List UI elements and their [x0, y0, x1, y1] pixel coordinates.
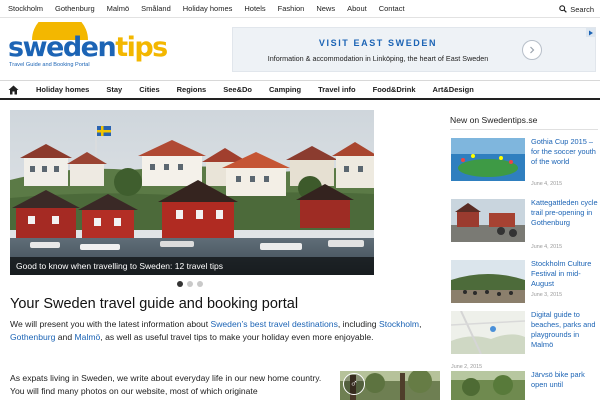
nav-regions[interactable]: Regions: [177, 85, 207, 94]
news-title[interactable]: Digital guide to beaches, parks and play…: [531, 310, 599, 350]
ad-choices-icon[interactable]: [586, 28, 595, 37]
slider-pagination: [177, 281, 207, 287]
nav-camping[interactable]: Camping: [269, 85, 301, 94]
topnav-item-news[interactable]: News: [316, 0, 335, 18]
news-title[interactable]: Järvsö bike park open until: [531, 370, 599, 390]
nav-see-and-do[interactable]: See&Do: [223, 85, 252, 94]
top-bar: Stockholm Gothenburg Malmö Småland Holid…: [0, 0, 600, 18]
topnav-item-contact[interactable]: Contact: [379, 0, 405, 18]
topnav-item-gothenburg[interactable]: Gothenburg: [55, 0, 95, 18]
logo-wordmark: swedentips: [8, 32, 168, 63]
logo-text-tips: tips: [115, 32, 168, 63]
slider-dot[interactable]: [187, 281, 193, 287]
news-item[interactable]: Stockholm Culture Festival in mid-August…: [451, 259, 599, 315]
intro-text: , as well as useful travel tips to make …: [100, 332, 374, 342]
topnav-item-fashion[interactable]: Fashion: [278, 0, 305, 18]
topnav-item-stockholm[interactable]: Stockholm: [8, 0, 43, 18]
nav-holiday-homes[interactable]: Holiday homes: [36, 85, 89, 94]
chevron-right-icon: [530, 46, 535, 54]
nav-travel-info[interactable]: Travel info: [318, 85, 356, 94]
logo-text-sweden: sweden: [8, 32, 117, 63]
ad-banner[interactable]: VISIT EAST SWEDEN Information & accommod…: [232, 27, 596, 72]
search-label: Search: [570, 4, 594, 14]
news-title[interactable]: Kattegattleden cycle trail pre-opening i…: [531, 198, 599, 228]
slide-image: [10, 110, 374, 275]
news-date: June 4, 2015: [531, 181, 563, 187]
body-paragraph: As expats living in Sweden, we write abo…: [10, 373, 322, 396]
site-logo[interactable]: swedentips Travel Guide and Booking Port…: [6, 22, 168, 70]
news-thumbnail[interactable]: [451, 260, 525, 303]
news-thumbnail[interactable]: [451, 138, 525, 181]
news-item[interactable]: Digital guide to beaches, parks and play…: [451, 310, 599, 370]
page-title: Your Sweden travel guide and booking por…: [10, 296, 299, 312]
featured-slider[interactable]: Good to know when travelling to Sweden: …: [10, 110, 374, 275]
gender-icon: ♂: [343, 373, 365, 395]
main-nav: Holiday homes Stay Cities Regions See&Do…: [0, 80, 600, 100]
search-icon: [559, 5, 568, 13]
news-item[interactable]: Järvsö bike park open until: [451, 370, 599, 400]
slider-dot[interactable]: [197, 281, 203, 287]
intro-text: We will present you with the latest info…: [10, 319, 211, 329]
news-thumbnail[interactable]: [451, 199, 525, 242]
ad-arrow-button[interactable]: [522, 40, 542, 60]
topnav-item-holiday-homes[interactable]: Holiday homes: [183, 0, 233, 18]
topnav-item-hotels[interactable]: Hotels: [244, 0, 265, 18]
topnav-item-smaland[interactable]: Småland: [141, 0, 171, 18]
news-item[interactable]: Gothia Cup 2015 – for the soccer youth o…: [451, 137, 599, 193]
intro-paragraph: We will present you with the latest info…: [10, 318, 430, 344]
news-date: June 4, 2015: [531, 244, 563, 250]
home-icon[interactable]: [8, 81, 22, 99]
link-malmo[interactable]: Malmö: [75, 332, 101, 342]
link-best-destinations[interactable]: Sweden’s best travel destinations: [210, 319, 337, 329]
logo-tagline: Travel Guide and Booking Portal: [9, 62, 90, 68]
nav-food-and-drink[interactable]: Food&Drink: [373, 85, 416, 94]
news-title[interactable]: Stockholm Culture Festival in mid-August: [531, 259, 599, 289]
nav-art-and-design[interactable]: Art&Design: [433, 85, 474, 94]
nav-cities[interactable]: Cities: [139, 85, 159, 94]
topnav-item-malmo[interactable]: Malmö: [107, 0, 130, 18]
news-thumbnail[interactable]: [451, 371, 525, 400]
news-title[interactable]: Gothia Cup 2015 – for the soccer youth o…: [531, 137, 599, 167]
news-date: June 2, 2015: [451, 364, 483, 370]
intro-text: and: [55, 332, 75, 342]
news-item[interactable]: Kattegattleden cycle trail pre-opening i…: [451, 198, 599, 254]
news-date: June 3, 2015: [531, 292, 563, 298]
link-gothenburg[interactable]: Gothenburg: [10, 332, 55, 342]
sidebar-title: New on Swedentips.se: [450, 115, 538, 125]
ad-title: VISIT EAST SWEDEN: [318, 38, 438, 48]
nav-stay[interactable]: Stay: [106, 85, 122, 94]
slider-dot[interactable]: [177, 281, 183, 287]
slide-caption[interactable]: Good to know when travelling to Sweden: …: [10, 257, 374, 275]
sidebar-divider: [450, 129, 598, 130]
link-stockholm[interactable]: Stockholm: [379, 319, 419, 329]
article-thumbnail[interactable]: ♂: [340, 371, 440, 400]
intro-text: , including: [337, 319, 379, 329]
ad-subtitle: Information & accommodation in Linköping…: [267, 54, 489, 63]
top-nav: Stockholm Gothenburg Malmö Småland Holid…: [8, 0, 417, 18]
news-thumbnail[interactable]: [451, 311, 525, 354]
topnav-item-about[interactable]: About: [347, 0, 367, 18]
intro-text: ,: [419, 319, 422, 329]
search-button[interactable]: Search: [559, 0, 594, 18]
